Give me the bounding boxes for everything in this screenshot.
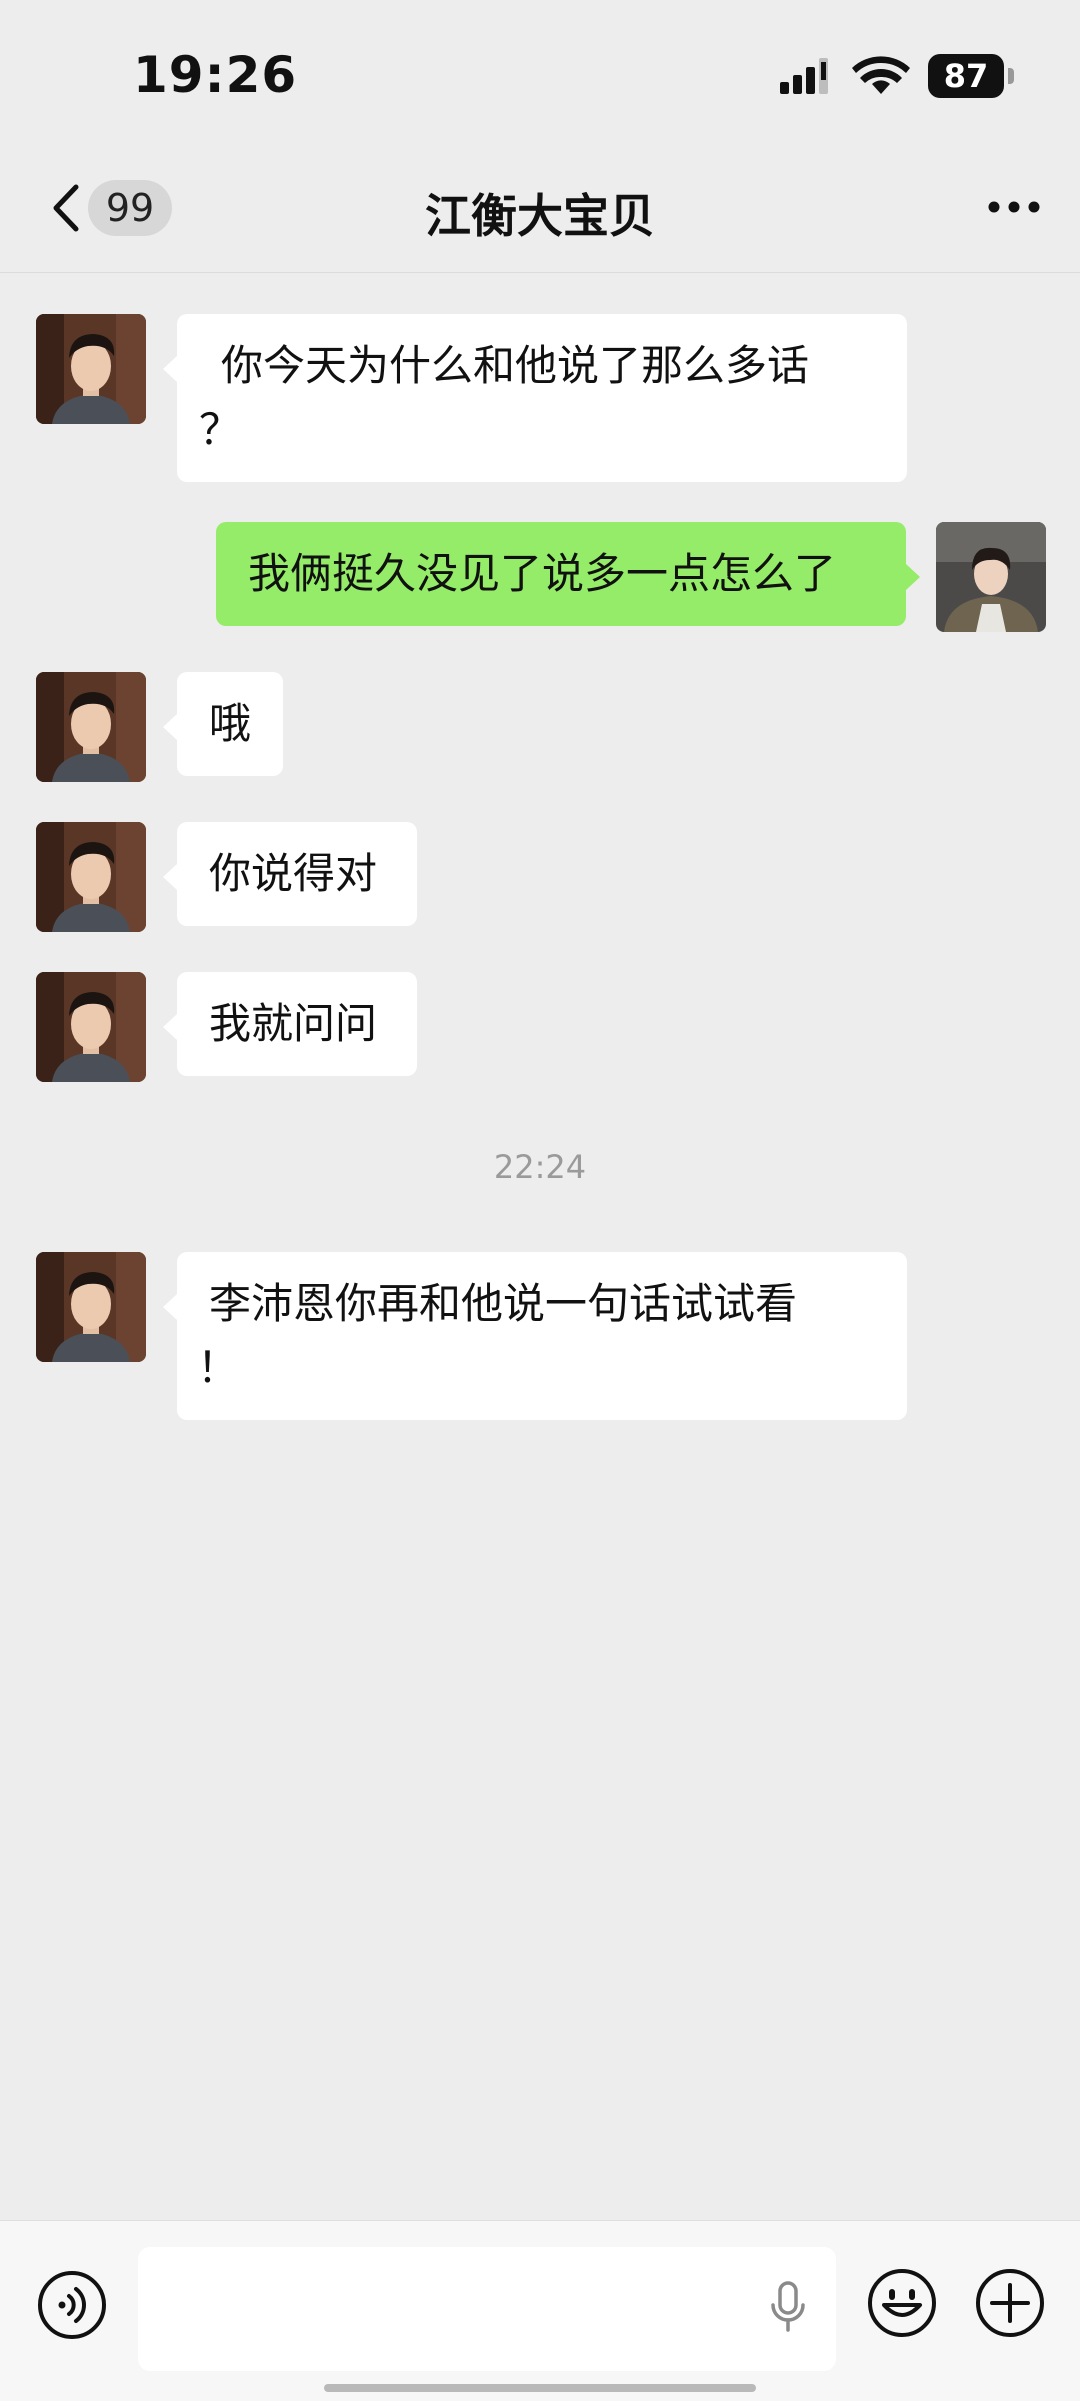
bubble-tail	[163, 356, 177, 382]
battery-level: 87	[928, 54, 1004, 98]
message-bubble[interactable]: 我俩挺久没见了说多一点怎么了	[216, 522, 906, 626]
bubble-tail	[163, 1294, 177, 1320]
my-avatar[interactable]	[936, 522, 1046, 632]
message-timestamp: 22:24	[493, 1148, 587, 1186]
contact-avatar-image	[36, 314, 146, 424]
bubble-tail	[163, 864, 177, 890]
emoji-icon[interactable]	[866, 2267, 938, 2339]
more-icon[interactable]	[988, 200, 1040, 214]
message-bubble[interactable]: 哦	[177, 672, 283, 776]
message-text: 你今天为什么和他说了那么多话	[221, 341, 810, 390]
wifi-icon	[852, 56, 910, 94]
contact-avatar[interactable]	[36, 314, 146, 424]
mic-icon[interactable]	[770, 2281, 806, 2333]
signal-icon	[780, 58, 828, 94]
bubble-tail	[163, 1014, 177, 1040]
message-text: ！	[197, 1343, 240, 1392]
battery-cap	[1008, 68, 1014, 84]
contact-avatar-image	[36, 672, 146, 782]
input-toolbar	[0, 2220, 1080, 2401]
plus-icon[interactable]	[974, 2267, 1046, 2339]
message-input[interactable]	[138, 2247, 836, 2371]
message-text: 我就问问	[209, 999, 378, 1048]
status-time: 19:26	[133, 46, 298, 104]
message-bubble[interactable]: 我就问问	[177, 972, 417, 1076]
contact-avatar[interactable]	[36, 822, 146, 932]
battery-indicator: 87	[928, 54, 1014, 98]
chat-title: 江衡大宝贝	[425, 189, 655, 243]
contact-avatar-image	[36, 972, 146, 1082]
contact-avatar[interactable]	[36, 972, 146, 1082]
voice-icon[interactable]	[36, 2269, 108, 2341]
contact-avatar[interactable]	[36, 672, 146, 782]
chat-header: 99 江衡大宝贝	[0, 140, 1080, 273]
message-text: 哦	[209, 699, 252, 748]
message-text: ？	[199, 405, 242, 454]
message-bubble[interactable]: 你今天为什么和他说了那么多话 ？	[177, 314, 907, 482]
bubble-tail	[906, 564, 920, 590]
home-indicator	[324, 2384, 756, 2392]
message-text: 李沛恩你再和他说一句话试试看	[209, 1279, 798, 1328]
message-bubble[interactable]: 李沛恩你再和他说一句话试试看 ！	[177, 1252, 907, 1420]
message-bubble[interactable]: 你说得对	[177, 822, 417, 926]
bubble-tail	[163, 714, 177, 740]
message-text: 你说得对	[209, 849, 378, 898]
contact-avatar-image	[36, 1252, 146, 1362]
status-bar: 19:26 87	[0, 0, 1080, 140]
my-avatar-image	[936, 522, 1046, 632]
contact-avatar-image	[36, 822, 146, 932]
message-text: 我俩挺久没见了说多一点怎么了	[248, 549, 837, 598]
contact-avatar[interactable]	[36, 1252, 146, 1362]
